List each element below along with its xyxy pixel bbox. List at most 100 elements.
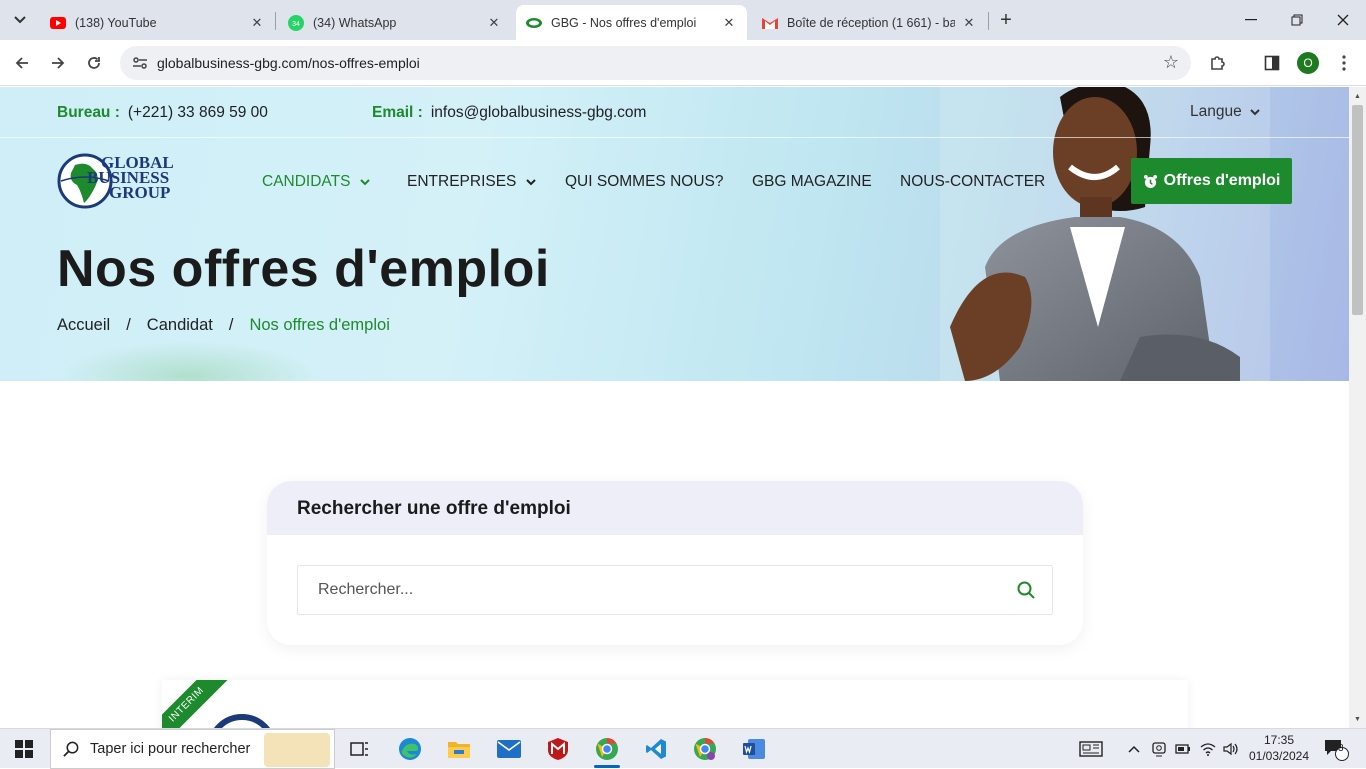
side-panel-icon bbox=[1264, 55, 1280, 71]
reload-button[interactable] bbox=[81, 50, 107, 76]
contact-email: Email : infos@globalbusiness-gbg.com bbox=[372, 104, 646, 122]
tab-gmail[interactable]: Boîte de réception (1 661) - bag ✕ bbox=[752, 5, 987, 40]
topbar-divider bbox=[0, 137, 1349, 138]
taskbar-chrome[interactable] bbox=[584, 729, 630, 769]
nav-candidats[interactable]: CANDIDATS bbox=[262, 173, 371, 191]
taskbar-file-explorer[interactable] bbox=[436, 729, 482, 769]
taskbar-mail[interactable] bbox=[486, 729, 532, 769]
bookmark-star-icon[interactable]: ☆ bbox=[1163, 52, 1179, 73]
extensions-button[interactable] bbox=[1205, 50, 1231, 76]
clock-date: 01/03/2024 bbox=[1248, 749, 1310, 763]
tray-volume[interactable] bbox=[1220, 729, 1242, 769]
tab-separator bbox=[275, 12, 276, 30]
tray-notifications[interactable]: 3 bbox=[1320, 729, 1352, 769]
arrow-left-icon bbox=[15, 57, 28, 69]
logo-text: GLOBAL BUSINESS GROUP bbox=[87, 154, 174, 202]
tab-title: (138) YouTube bbox=[75, 15, 157, 30]
hero-glow bbox=[60, 341, 320, 381]
close-icon[interactable]: ✕ bbox=[721, 15, 737, 31]
keyboard-icon bbox=[1079, 741, 1103, 757]
phone-label: Bureau : bbox=[57, 104, 120, 121]
nav-nous-contacter[interactable]: NOUS-CONTACTER bbox=[900, 173, 1045, 191]
gmail-icon bbox=[762, 15, 778, 31]
chevron-down-icon bbox=[14, 16, 26, 24]
nav-gbg-magazine[interactable]: GBG MAGAZINE bbox=[752, 173, 872, 191]
windows-logo-icon bbox=[15, 740, 33, 758]
nav-label: ENTREPRISES bbox=[407, 173, 517, 190]
page-viewport: Bureau : (+221) 33 869 59 00 Email : infos… bbox=[0, 87, 1349, 728]
tray-camera[interactable] bbox=[1148, 729, 1170, 769]
restore-button[interactable] bbox=[1274, 0, 1320, 40]
site-logo[interactable]: GLOBAL BUSINESS GROUP bbox=[57, 151, 175, 211]
language-label: Langue bbox=[1190, 103, 1242, 120]
search-input[interactable] bbox=[318, 581, 998, 599]
nav-entreprises[interactable]: ENTREPRISES bbox=[407, 173, 537, 191]
logo-line: GROUP bbox=[109, 183, 171, 202]
breadcrumb-separator: / bbox=[228, 316, 234, 334]
plus-icon: + bbox=[1000, 8, 1012, 31]
taskbar-mcafee[interactable] bbox=[535, 729, 581, 769]
email-value[interactable]: infos@globalbusiness-gbg.com bbox=[431, 104, 647, 121]
close-icon[interactable]: ✕ bbox=[249, 15, 265, 31]
search-field[interactable] bbox=[297, 565, 1053, 615]
scroll-up-arrow-icon[interactable]: ▲ bbox=[1349, 89, 1366, 103]
taskbar-search[interactable]: Taper ici pour rechercher bbox=[50, 729, 335, 769]
scrollbar-thumb[interactable] bbox=[1352, 105, 1363, 315]
camera-icon bbox=[1152, 742, 1166, 757]
chevron-down-icon bbox=[1250, 108, 1260, 115]
taskbar-vscode[interactable] bbox=[633, 729, 679, 769]
side-panel-button[interactable] bbox=[1259, 50, 1285, 76]
tab-search-button[interactable] bbox=[6, 7, 34, 33]
tab-whatsapp[interactable]: 34 (34) WhatsApp ✕ bbox=[278, 5, 512, 40]
browser-menu-button[interactable] bbox=[1331, 50, 1357, 76]
taskbar-edge[interactable] bbox=[387, 729, 433, 769]
search-icon[interactable] bbox=[1016, 580, 1036, 600]
profile-avatar[interactable]: O bbox=[1297, 52, 1319, 74]
address-bar[interactable]: globalbusiness-gbg.com/nos-offres-emploi… bbox=[120, 46, 1191, 80]
breadcrumb: Accueil / Candidat / Nos offres d'emploi bbox=[57, 316, 390, 335]
scroll-down-arrow-icon[interactable]: ▼ bbox=[1349, 712, 1366, 726]
tray-show-hidden[interactable] bbox=[1124, 729, 1144, 769]
minimize-button[interactable] bbox=[1228, 0, 1274, 40]
close-icon[interactable]: ✕ bbox=[961, 15, 977, 31]
puzzle-icon bbox=[1211, 56, 1225, 70]
tray-clock[interactable]: 17:35 01/03/2024 bbox=[1244, 732, 1314, 764]
browser-tabstrip: (138) YouTube ✕ 34 (34) WhatsApp ✕ GBG -… bbox=[0, 0, 1366, 40]
breadcrumb-separator: / bbox=[126, 316, 131, 334]
restore-icon bbox=[1291, 14, 1303, 26]
phone-value[interactable]: (+221) 33 869 59 00 bbox=[128, 104, 268, 121]
search-highlight-image bbox=[264, 733, 330, 767]
vscode-icon bbox=[646, 739, 666, 759]
tab-youtube[interactable]: (138) YouTube ✕ bbox=[40, 5, 275, 40]
windows-taskbar: Taper ici pour rechercher 17:35 01/03/20… bbox=[0, 728, 1366, 769]
tab-gbg[interactable]: GBG - Nos offres d'emploi ✕ bbox=[516, 5, 747, 40]
tray-keyboard[interactable] bbox=[1077, 729, 1105, 769]
language-selector[interactable]: Langue bbox=[1190, 103, 1260, 121]
folder-icon bbox=[448, 742, 470, 758]
arrow-right-icon bbox=[52, 57, 65, 69]
back-button[interactable] bbox=[9, 50, 35, 76]
page-scrollbar[interactable]: ▲ ▼ bbox=[1349, 87, 1366, 728]
taskbar-word[interactable] bbox=[731, 729, 777, 769]
tray-wifi[interactable] bbox=[1197, 729, 1219, 769]
taskbar-chrome-profile[interactable] bbox=[682, 729, 728, 769]
start-button[interactable] bbox=[0, 729, 48, 769]
new-tab-button[interactable]: + bbox=[994, 8, 1018, 32]
search-card: Rechercher une offre d'emploi bbox=[267, 481, 1083, 645]
nav-qui-sommes-nous[interactable]: QUI SOMMES NOUS? bbox=[565, 173, 723, 191]
job-card[interactable]: INTERIM bbox=[162, 680, 1188, 728]
tray-battery[interactable] bbox=[1172, 729, 1194, 769]
task-view-button[interactable] bbox=[337, 729, 383, 769]
minimize-icon bbox=[1245, 19, 1257, 21]
breadcrumb-accueil[interactable]: Accueil bbox=[57, 316, 110, 335]
site-settings-icon[interactable] bbox=[126, 56, 154, 70]
forward-button[interactable] bbox=[45, 50, 71, 76]
offres-emploi-button[interactable]: Offres d'emploi bbox=[1131, 158, 1292, 204]
task-view-icon bbox=[350, 742, 368, 756]
chevron-up-icon bbox=[1128, 745, 1140, 753]
nav-label: CANDIDATS bbox=[262, 173, 351, 190]
notification-icon bbox=[1325, 740, 1349, 761]
breadcrumb-candidat[interactable]: Candidat bbox=[147, 316, 213, 335]
close-icon[interactable]: ✕ bbox=[486, 15, 502, 31]
close-window-button[interactable] bbox=[1320, 0, 1366, 40]
